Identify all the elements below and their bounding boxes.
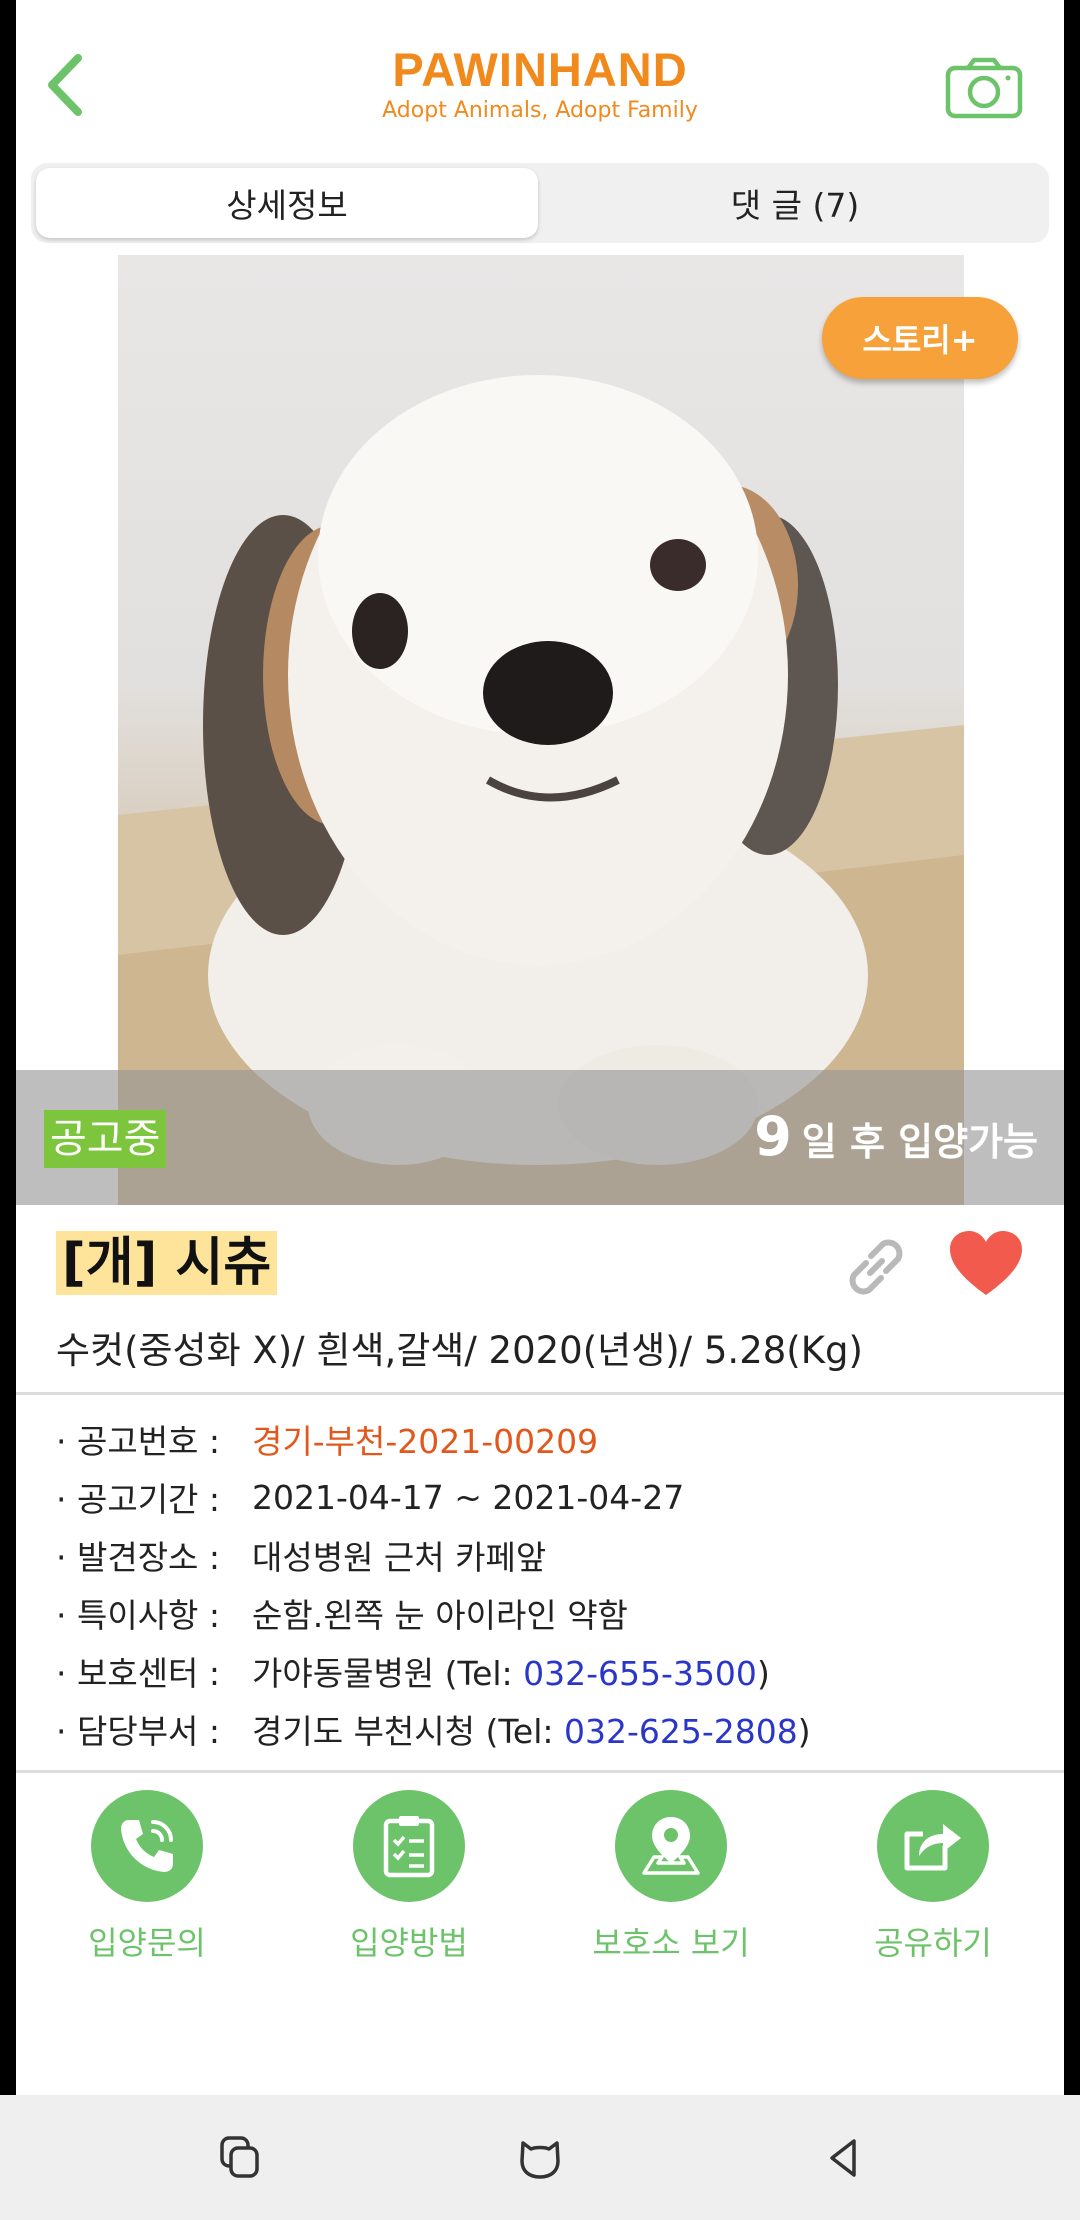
detail-label: · 공고기간 : xyxy=(56,1480,221,1519)
shelter-phone-link[interactable]: 032-655-3500 xyxy=(523,1654,757,1693)
clipboard-icon xyxy=(383,1816,435,1878)
photo-area: 스토리+ xyxy=(16,255,1064,1205)
detail-value: 가야동물병원 (Tel: 032-655-3500) xyxy=(252,1647,770,1695)
adoption-availability: 9 일 후 입양가능 xyxy=(754,1105,1038,1168)
shelter-name: 가야동물병원 (Tel: xyxy=(252,1654,524,1693)
detail-shelter: · 보호센터 : 가야동물병원 (Tel: 032-655-3500) xyxy=(56,1642,1036,1700)
detail-found-location: · 발견장소 : 대성병원 근처 카페앞 xyxy=(56,1526,1036,1584)
share-icon xyxy=(904,1824,961,1871)
action-bar: 입양문의 입양방법 보호소 보기 공유하기 xyxy=(16,1790,1064,1970)
camera-icon xyxy=(945,57,1023,119)
detail-value: 순함.왼쪽 눈 아이라인 약함 xyxy=(252,1596,628,1635)
brand-name: PAWINHAND xyxy=(392,43,688,96)
animal-description: 수컷(중성화 X)/ 흰색,갈색/ 2020(년생)/ 5.28(Kg) xyxy=(56,1329,863,1372)
home-button[interactable] xyxy=(515,2133,565,2183)
action-circle xyxy=(877,1790,989,1902)
brand-logo: PAWINHAND Adopt Animals, Adopt Family xyxy=(16,44,1064,124)
detail-label: · 발견장소 : xyxy=(56,1538,221,1577)
animal-summary: [개] 시츄 수컷(중성화 X)/ 흰색,갈색/ 2020(년생)/ 5.28(… xyxy=(16,1205,1064,1395)
animal-photo[interactable] xyxy=(118,255,964,1205)
tab-comments[interactable]: 댓 글 (7) xyxy=(546,168,1044,238)
share-button[interactable]: 공유하기 xyxy=(833,1790,1033,1964)
action-label: 입양방법 xyxy=(350,1924,468,1962)
detail-tabs: 상세정보 댓 글 (7) xyxy=(31,163,1049,243)
divider xyxy=(16,1392,1064,1395)
detail-value: 경기도 부천시청 (Tel: 032-625-2808) xyxy=(252,1705,811,1753)
closing-paren: ) xyxy=(797,1712,811,1751)
animal-title: [개] 시츄 xyxy=(56,1231,278,1295)
department-phone-link[interactable]: 032-625-2808 xyxy=(564,1712,798,1751)
department-name: 경기도 부천시청 (Tel: xyxy=(252,1712,565,1751)
system-nav-bar xyxy=(0,2095,1080,2220)
copy-link-button[interactable] xyxy=(838,1229,914,1305)
closing-paren: ) xyxy=(756,1654,770,1693)
adoption-method-button[interactable]: 입양방법 xyxy=(309,1790,509,1964)
status-badge: 공고중 xyxy=(44,1110,167,1168)
link-icon xyxy=(849,1239,903,1295)
view-shelter-button[interactable]: 보호소 보기 xyxy=(571,1790,771,1964)
detail-notice-period: · 공고기간 : 2021-04-17 ~ 2021-04-27 xyxy=(56,1468,1036,1526)
recents-icon xyxy=(220,2136,259,2178)
app-header: PAWINHAND Adopt Animals, Adopt Family xyxy=(16,0,1064,160)
days-remaining-text: 일 후 입양가능 xyxy=(801,1120,1038,1164)
detail-value: 2021-04-17 ~ 2021-04-27 xyxy=(252,1477,685,1517)
detail-label: · 특이사항 : xyxy=(56,1596,221,1635)
favorite-button[interactable] xyxy=(948,1229,1024,1299)
brand-tagline: Adopt Animals, Adopt Family xyxy=(382,98,698,123)
screen-frame-left xyxy=(0,0,16,2095)
recents-button[interactable] xyxy=(215,2133,265,2183)
detail-value: 경기-부천-2021-00209 xyxy=(252,1422,599,1461)
detail-special-notes: · 특이사항 : 순함.왼쪽 눈 아이라인 약함 xyxy=(56,1584,1036,1642)
detail-label: · 보호센터 : xyxy=(56,1654,221,1693)
map-pin-icon xyxy=(642,1817,700,1875)
action-circle xyxy=(353,1790,465,1902)
detail-label: · 담당부서 : xyxy=(56,1712,221,1751)
heart-icon xyxy=(950,1231,1022,1295)
adoption-inquiry-button[interactable]: 입양문의 xyxy=(47,1790,247,1964)
home-cat-icon xyxy=(520,2141,560,2179)
detail-notice-number: · 공고번호 : 경기-부천-2021-00209 xyxy=(56,1410,1036,1468)
story-add-button[interactable]: 스토리+ xyxy=(822,297,1018,379)
action-circle xyxy=(91,1790,203,1902)
phone-icon xyxy=(121,1820,173,1872)
detail-list: · 공고번호 : 경기-부천-2021-00209 · 공고기간 : 2021-… xyxy=(56,1410,1036,1758)
screen-frame-right xyxy=(1064,0,1080,2095)
action-label: 입양문의 xyxy=(88,1924,206,1962)
dog-illustration xyxy=(118,375,964,1205)
action-circle xyxy=(615,1790,727,1902)
back-triangle-icon xyxy=(830,2139,856,2177)
tab-details[interactable]: 상세정보 xyxy=(36,168,538,238)
detail-value: 대성병원 근처 카페앞 xyxy=(252,1538,547,1577)
camera-button[interactable] xyxy=(944,56,1024,120)
back-nav-button[interactable] xyxy=(820,2133,870,2183)
days-remaining-number: 9 xyxy=(754,1105,792,1168)
detail-department: · 담당부서 : 경기도 부천시청 (Tel: 032-625-2808) xyxy=(56,1700,1036,1758)
action-label: 공유하기 xyxy=(874,1924,992,1962)
action-label: 보호소 보기 xyxy=(592,1924,750,1962)
divider xyxy=(16,1770,1064,1773)
detail-label: · 공고번호 : xyxy=(56,1422,221,1461)
